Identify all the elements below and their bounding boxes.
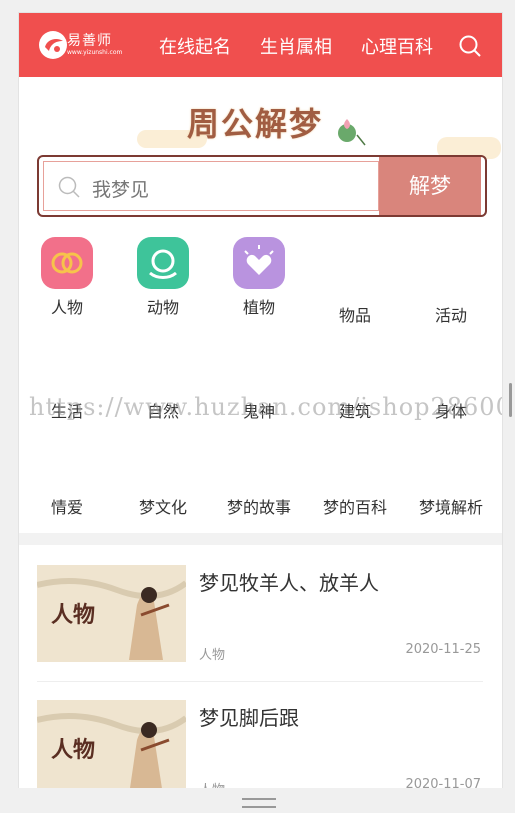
- category-label: 物品: [338, 306, 371, 325]
- watermark: https://www.huzhan.com/ishop28600: [29, 393, 503, 421]
- category-label: 植物: [242, 298, 275, 317]
- category-people[interactable]: 人物: [19, 237, 115, 319]
- category-dream-culture[interactable]: 梦文化: [115, 489, 211, 519]
- article-category: 人物: [199, 648, 226, 663]
- article-date: 2020-11-25: [405, 642, 481, 657]
- search-icon: [58, 176, 80, 198]
- logo-name: 易善师: [67, 33, 112, 49]
- banner: 周公解梦: [19, 77, 502, 159]
- category-activities[interactable]: 活动: [403, 297, 499, 327]
- category-label: 梦的百科: [322, 498, 387, 517]
- article-title[interactable]: 梦见脚后跟: [199, 702, 299, 731]
- category-plants[interactable]: 植物: [211, 237, 307, 319]
- category-animals[interactable]: 动物: [115, 237, 211, 319]
- banner-title: 周公解梦: [187, 105, 324, 143]
- dream-search: 我梦见 解梦: [37, 155, 487, 217]
- thumbnail-caption: 人物: [51, 737, 96, 763]
- site-logo[interactable]: 易善师 www.yizunshi.com: [37, 29, 129, 61]
- category-label: 活动: [434, 306, 467, 325]
- article-title[interactable]: 梦见牧羊人、放羊人: [199, 567, 379, 596]
- top-header: 易善师 www.yizunshi.com 在线起名 生肖属相 心理百科: [19, 13, 502, 77]
- category-label: 人物: [50, 298, 83, 317]
- category-label: 梦文化: [138, 498, 187, 517]
- list-item[interactable]: 人物 梦见脚后跟 人物 2020-11-07: [37, 700, 483, 789]
- category-label: 动物: [146, 298, 179, 317]
- logo-url: www.yizunshi.com: [67, 49, 123, 56]
- section-divider: [19, 533, 502, 545]
- list-separator: [37, 681, 483, 682]
- lotus-icon: [338, 119, 366, 146]
- scrollbar[interactable]: [509, 383, 512, 417]
- category-label: 梦境解析: [418, 498, 483, 517]
- category-label: 梦的故事: [226, 498, 291, 517]
- thumbnail-caption: 人物: [51, 602, 96, 628]
- nav-psychology[interactable]: 心理百科: [361, 33, 433, 59]
- category-objects[interactable]: 物品: [307, 297, 403, 327]
- category-label: 情爱: [50, 498, 83, 517]
- category-dream-analysis[interactable]: 梦境解析: [403, 489, 499, 519]
- category-dream-encyclopedia[interactable]: 梦的百科: [307, 489, 403, 519]
- nav-zodiac[interactable]: 生肖属相: [260, 33, 332, 59]
- nav-online-naming[interactable]: 在线起名: [159, 33, 231, 59]
- category-dream-stories[interactable]: 梦的故事: [211, 489, 307, 519]
- article-thumbnail: 人物: [37, 700, 186, 789]
- search-icon[interactable]: [459, 35, 481, 57]
- phone-screen: 易善师 www.yizunshi.com 在线起名 生肖属相 心理百科 周公解梦…: [18, 12, 503, 790]
- list-item[interactable]: 人物 梦见牧羊人、放羊人 人物 2020-11-25: [37, 565, 483, 675]
- resize-handle-icon[interactable]: [242, 798, 276, 808]
- rings-icon: [41, 237, 93, 289]
- logo-mark-icon: [39, 31, 67, 59]
- dream-search-input[interactable]: 我梦见: [43, 161, 379, 211]
- category-love[interactable]: 情爱: [19, 489, 115, 519]
- search-placeholder: 我梦见: [92, 179, 150, 201]
- article-thumbnail: 人物: [37, 565, 186, 662]
- flower-heart-icon: [233, 237, 285, 289]
- animal-icon: [137, 237, 189, 289]
- interpret-dream-button[interactable]: 解梦: [379, 157, 481, 215]
